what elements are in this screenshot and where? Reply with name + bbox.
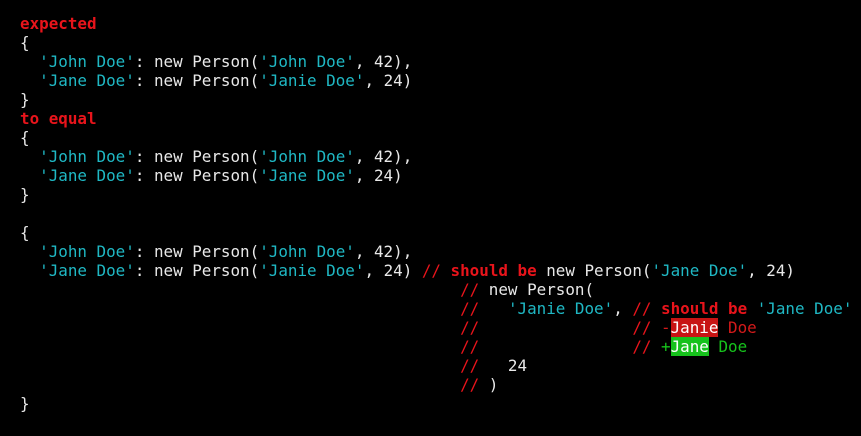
terminal-token: 24 — [479, 356, 528, 375]
terminal-token: , 24) — [747, 261, 795, 280]
terminal-token: 'Jane Doe' — [39, 166, 135, 185]
terminal-token: 'Jane Doe' — [259, 166, 355, 185]
terminal-token: 'John Doe' — [39, 147, 135, 166]
terminal-line: to equal — [20, 109, 852, 128]
terminal-token: 'Jane Doe' — [39, 71, 135, 90]
terminal-token: // — [421, 261, 451, 280]
terminal-token: } — [20, 185, 30, 204]
terminal-token: } — [20, 90, 30, 109]
terminal-token: // — [632, 318, 662, 337]
terminal-token: 'Jane Doe' — [651, 261, 748, 280]
terminal-token: // — [460, 375, 489, 394]
terminal-token: , 24) — [364, 261, 422, 280]
terminal-token: should be — [661, 299, 748, 318]
terminal-output: expected{ 'John Doe': new Person('John D… — [20, 14, 852, 413]
terminal-token: // — [460, 280, 480, 299]
terminal-line: 'Jane Doe': new Person('Janie Doe', 24) — [20, 71, 852, 90]
terminal-token: + — [661, 337, 671, 356]
terminal-token: // — [632, 299, 662, 318]
terminal-token: 'Janie Doe' — [259, 261, 365, 280]
terminal-token: : new Person( — [134, 261, 260, 280]
terminal-token: 'Janie Doe' — [507, 299, 614, 318]
terminal-token: to equal — [20, 109, 97, 128]
terminal-token: 'Jane Doe' — [756, 299, 853, 318]
terminal-line: // 'Janie Doe', // should be 'Jane Doe' — [20, 299, 852, 318]
terminal-line: 'John Doe': new Person('John Doe', 42), — [20, 242, 852, 261]
terminal-token: should be — [450, 261, 537, 280]
terminal-token: // — [460, 299, 480, 318]
terminal-token: Doe — [708, 337, 748, 356]
terminal-token: } — [20, 394, 30, 413]
terminal-token: 'Jane Doe' — [39, 261, 135, 280]
terminal-token: 'John Doe' — [259, 147, 355, 166]
terminal-token: : new Person( — [134, 147, 260, 166]
terminal-token: 'Janie Doe' — [259, 71, 365, 90]
terminal-line: } — [20, 394, 852, 413]
terminal-token: new Person( — [479, 280, 595, 299]
terminal-token: // — [632, 337, 662, 356]
terminal-line: // // -Janie Doe — [20, 318, 852, 337]
terminal-token: { — [20, 33, 30, 52]
terminal-token: 'John Doe' — [259, 52, 355, 71]
terminal-line: // ) — [20, 375, 852, 394]
terminal-token: // — [460, 356, 480, 375]
terminal-token: Janie — [670, 318, 719, 337]
terminal-token: , 42), — [354, 52, 413, 71]
terminal-line: { — [20, 33, 852, 52]
terminal-token: { — [20, 223, 30, 242]
terminal-token: : new Person( — [134, 71, 260, 90]
terminal-line: 'John Doe': new Person('John Doe', 42), — [20, 52, 852, 71]
terminal-token: { — [20, 128, 30, 147]
terminal-line: // // +Jane Doe — [20, 337, 852, 356]
terminal-line: 'Jane Doe': new Person('Janie Doe', 24) … — [20, 261, 852, 280]
terminal-line: } — [20, 185, 852, 204]
terminal-line: { — [20, 223, 852, 242]
terminal-token: // — [460, 337, 480, 356]
terminal-token: , 24) — [354, 166, 403, 185]
terminal-token: expected — [20, 14, 97, 33]
terminal-token: , 42), — [354, 147, 413, 166]
terminal-token: 'John Doe' — [39, 242, 135, 261]
terminal-token: Doe — [718, 318, 757, 337]
terminal-token: new Person( — [536, 261, 652, 280]
terminal-line: // new Person( — [20, 280, 852, 299]
terminal-line: } — [20, 90, 852, 109]
terminal-token: ) — [488, 375, 499, 394]
terminal-line: 'Jane Doe': new Person('Jane Doe', 24) — [20, 166, 852, 185]
terminal-token: , 42), — [354, 242, 413, 261]
terminal-token: : new Person( — [134, 166, 260, 185]
terminal-token: : new Person( — [134, 52, 260, 71]
terminal-line: { — [20, 128, 852, 147]
terminal-token: - — [661, 318, 671, 337]
terminal-token: , 24) — [364, 71, 413, 90]
terminal-token: 'John Doe' — [259, 242, 355, 261]
terminal-token: Jane — [670, 337, 709, 356]
terminal-token: // — [460, 318, 480, 337]
terminal-line: expected — [20, 14, 852, 33]
terminal-line: // 24 — [20, 356, 852, 375]
terminal-token: 'John Doe' — [39, 52, 135, 71]
terminal-token: : new Person( — [134, 242, 260, 261]
terminal-token: , — [613, 299, 633, 318]
terminal-line: 'John Doe': new Person('John Doe', 42), — [20, 147, 852, 166]
